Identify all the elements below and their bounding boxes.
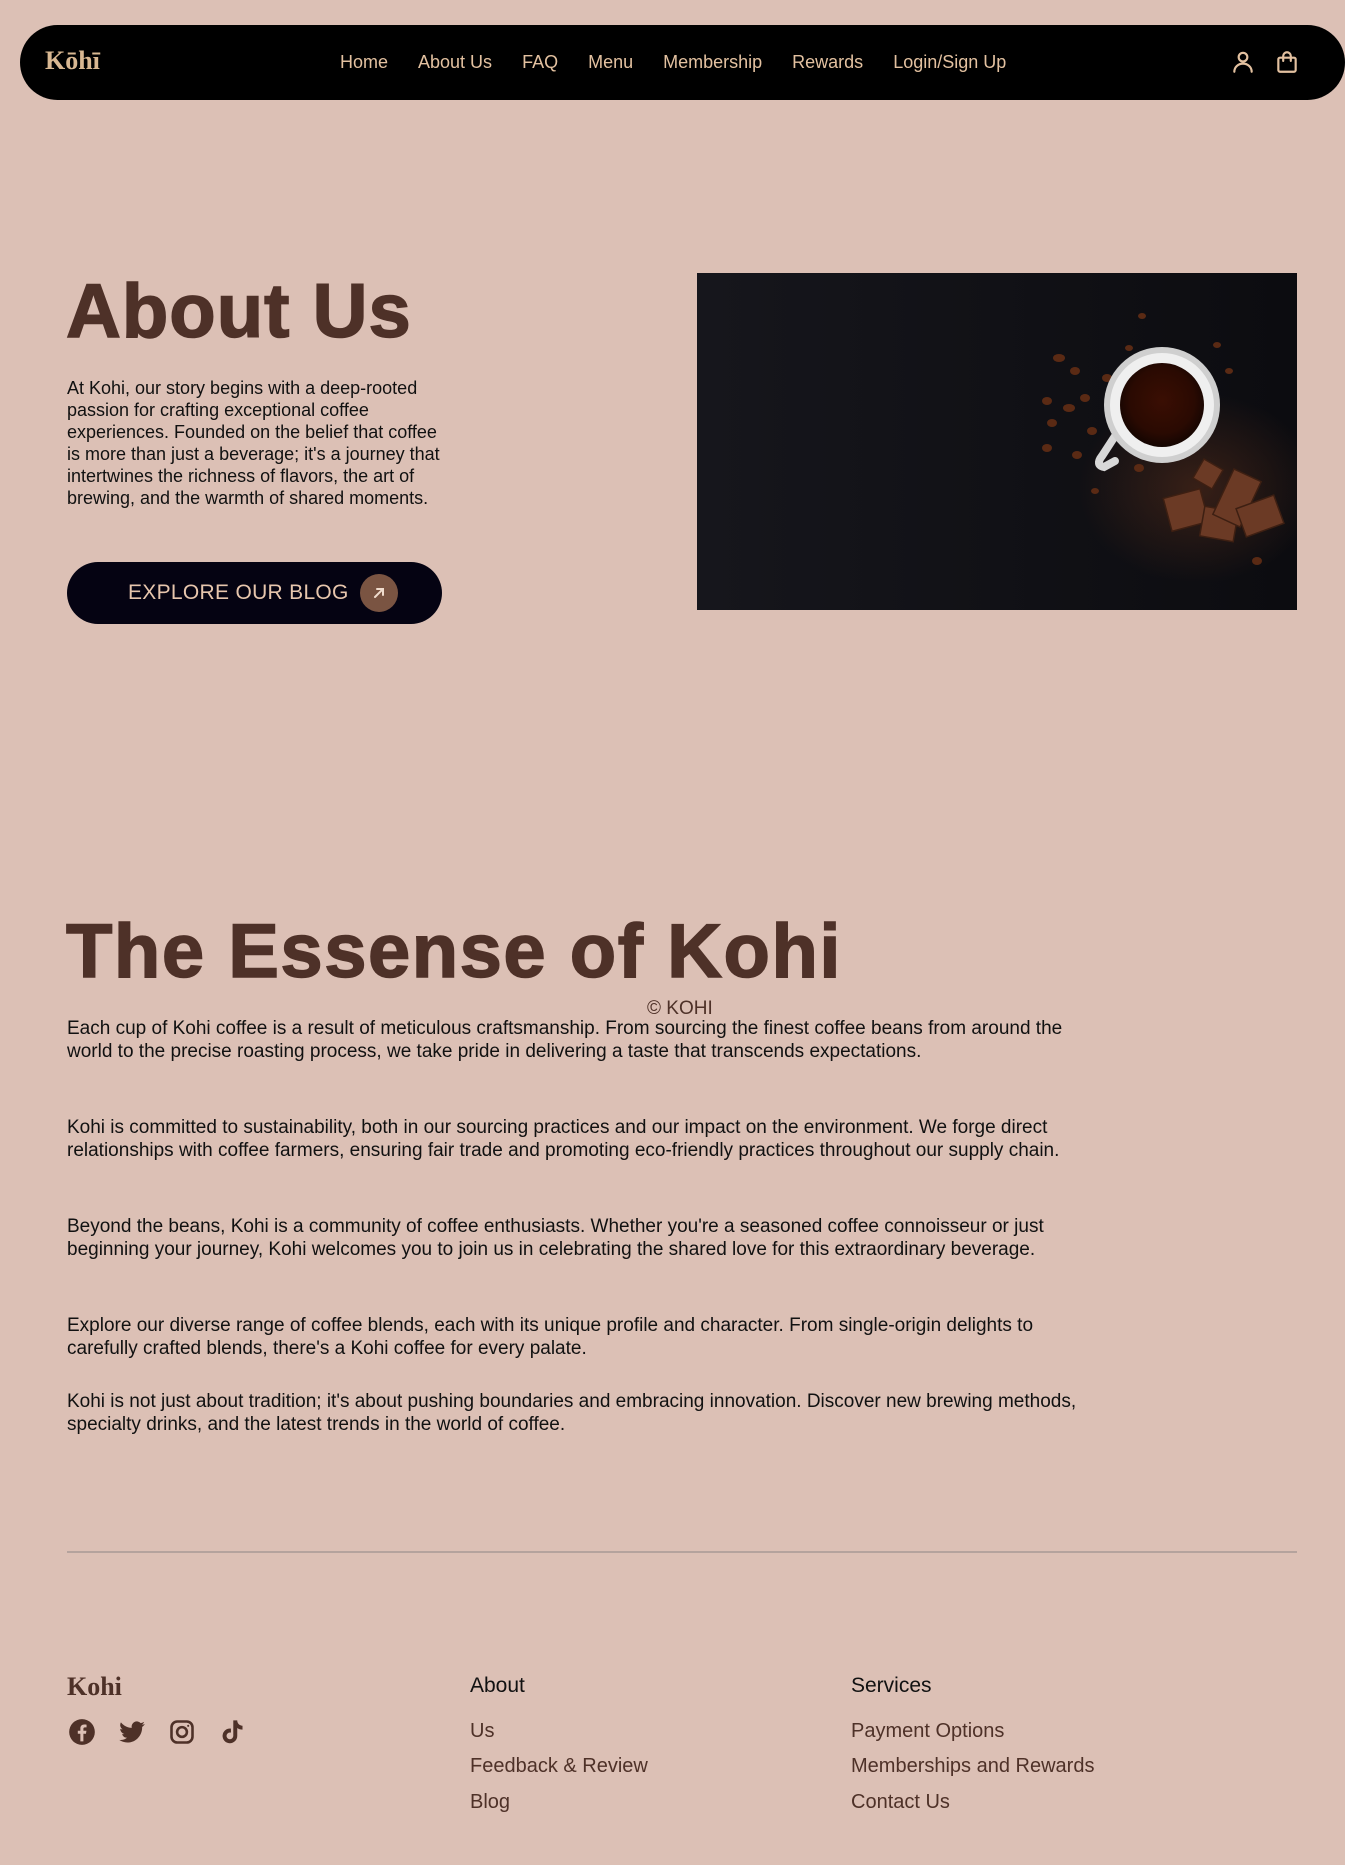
nav-rewards[interactable]: Rewards [792, 52, 863, 73]
arrow-up-right-icon [359, 574, 398, 612]
nav-about-us[interactable]: About Us [418, 52, 492, 73]
shopping-bag-icon[interactable] [1274, 49, 1300, 75]
tiktok-icon[interactable] [218, 1718, 246, 1746]
user-icon[interactable] [1230, 49, 1256, 75]
essense-paragraph: Kohi is not just about tradition; it's a… [67, 1391, 1077, 1435]
nav-home[interactable]: Home [340, 52, 388, 73]
nav-login-signup[interactable]: Login/Sign Up [893, 52, 1006, 73]
about-text: At Kohi, our story begins with a deep-ro… [67, 378, 440, 508]
nav-menu[interactable]: Menu [588, 52, 633, 73]
footer-services-heading: Services [851, 1674, 932, 1697]
essense-paragraph: Explore our diverse range of coffee blen… [67, 1315, 1034, 1359]
explore-blog-button[interactable]: EXPLORE OUR BLOG [67, 562, 442, 624]
brand-logo[interactable]: Kōhī [45, 46, 100, 76]
nav-faq[interactable]: FAQ [522, 52, 558, 73]
facebook-icon[interactable] [68, 1718, 96, 1746]
footer-brand-logo[interactable]: Kohi [67, 1672, 122, 1702]
essense-paragraph: Kohi is committed to sustainability, bot… [67, 1117, 1060, 1161]
instagram-icon[interactable] [168, 1718, 196, 1746]
footer-link-blog[interactable]: Blog [470, 1791, 510, 1814]
footer-divider [67, 1551, 1297, 1553]
twitter-icon[interactable] [118, 1718, 146, 1746]
footer-link-payment-options[interactable]: Payment Options [851, 1720, 1004, 1743]
about-title: About Us [65, 268, 412, 355]
essense-paragraph: Each cup of Kohi coffee is a result of m… [67, 1018, 1063, 1062]
essense-title: The Essense of Kohi [65, 908, 842, 995]
explore-blog-label: EXPLORE OUR BLOG [128, 581, 349, 604]
coffee-hero-image [697, 273, 1297, 610]
footer-link-feedback[interactable]: Feedback & Review [470, 1755, 648, 1778]
footer-link-contact-us[interactable]: Contact Us [851, 1791, 950, 1814]
navbar: Kōhī Home About Us FAQ Menu Membership R… [20, 25, 1345, 100]
essense-paragraph: Beyond the beans, Kohi is a community of… [67, 1216, 1044, 1260]
nav-links: Home About Us FAQ Menu Membership Reward… [340, 25, 1036, 100]
footer-link-us[interactable]: Us [470, 1720, 494, 1743]
footer-link-memberships-rewards[interactable]: Memberships and Rewards [851, 1755, 1094, 1778]
footer-about-heading: About [470, 1674, 525, 1697]
nav-membership[interactable]: Membership [663, 52, 762, 73]
